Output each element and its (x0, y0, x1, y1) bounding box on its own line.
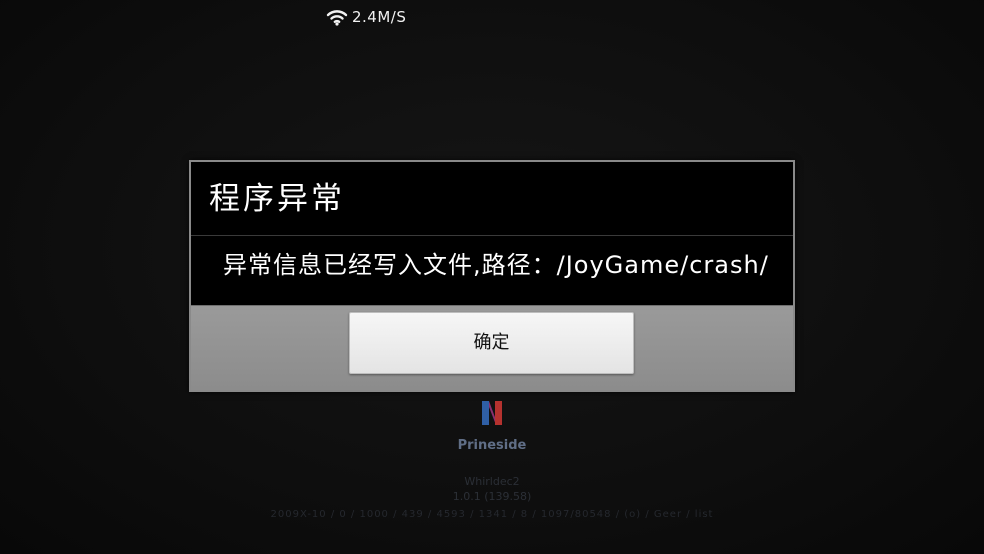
version-line: 2009X-10 / 0 / 1000 / 439 / 4593 / 1341 … (270, 509, 714, 520)
error-dialog: 程序异常 异常信息已经写入文件,路径：/JoyGame/crash/ 确定 (189, 160, 795, 392)
status-bar: 2.4M/S (326, 8, 406, 26)
dialog-button-bar: 确定 (191, 305, 793, 390)
network-speed: 2.4M/S (352, 8, 407, 26)
wifi-icon (326, 10, 348, 26)
version-line: 1.0.1 (139.58) (452, 490, 532, 503)
version-line: Whirldec2 (464, 475, 520, 488)
screen: 2.4M/S Prineside Whirldec2 1.0.1 (139.58… (0, 0, 984, 554)
brand-logo-icon (482, 401, 502, 425)
ok-button[interactable]: 确定 (349, 312, 634, 374)
brand-name: Prineside (457, 438, 527, 453)
dialog-title: 程序异常 (191, 162, 793, 236)
dialog-message: 异常信息已经写入文件,路径：/JoyGame/crash/ (223, 251, 769, 279)
